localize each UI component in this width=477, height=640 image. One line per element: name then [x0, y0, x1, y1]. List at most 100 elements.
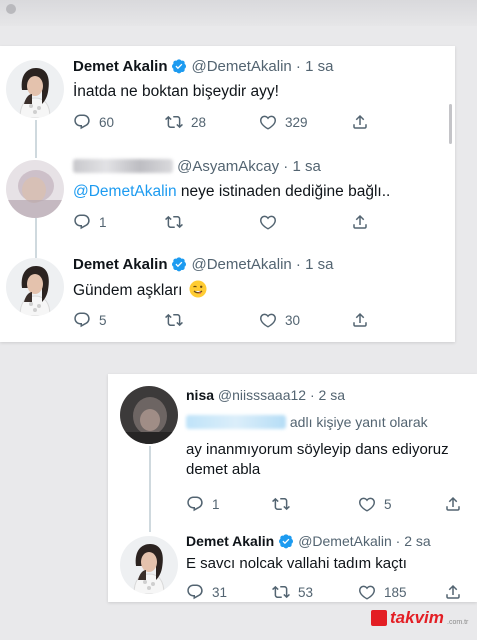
time-separator: · — [295, 58, 301, 75]
display-name[interactable]: Demet Akalin — [73, 58, 167, 75]
user-handle[interactable]: @DemetAkalin — [298, 533, 392, 549]
share-icon — [444, 583, 462, 601]
top-status-area — [0, 0, 477, 26]
tweet-actions: 31 53 185 — [186, 582, 470, 602]
reply-count: 1 — [99, 214, 107, 230]
retweet-button[interactable] — [165, 212, 191, 232]
share-icon — [444, 495, 462, 513]
thread-card-reply: nisa @niisssaaa12 · 2 sa adlı kişiye yan… — [108, 374, 477, 602]
display-name[interactable]: Demet Akalin — [186, 533, 274, 549]
share-button[interactable] — [351, 112, 369, 132]
share-icon — [351, 113, 369, 131]
reply-icon — [73, 213, 91, 231]
tweet-actions: 5 30 — [73, 310, 373, 330]
user-handle[interactable]: @AsyamAkcay — [177, 158, 279, 175]
takvim-watermark: takvim .com.tr — [371, 608, 471, 630]
timestamp[interactable]: 1 sa — [305, 256, 333, 273]
heart-icon — [358, 583, 376, 601]
reply-icon — [73, 113, 91, 131]
user-handle[interactable]: @DemetAkalin — [191, 256, 291, 273]
timestamp[interactable]: 1 sa — [292, 158, 320, 175]
like-button[interactable]: 329 — [259, 112, 308, 132]
retweet-icon — [272, 583, 290, 601]
thread-connector — [35, 218, 37, 258]
reply-context: adlı kişiye yanıt olarak — [186, 414, 428, 430]
watermark-suffix: .com.tr — [447, 619, 469, 626]
share-button[interactable] — [351, 310, 369, 330]
avatar[interactable] — [120, 386, 178, 444]
scrollbar[interactable] — [449, 104, 452, 144]
tweet-actions: 1 — [73, 212, 373, 232]
retweet-count: 53 — [298, 584, 314, 600]
avatar[interactable] — [6, 60, 64, 118]
tweet-header: Demet Akalin @DemetAkalin · 2 sa — [186, 532, 431, 550]
winking-face-emoji — [189, 280, 207, 298]
reply-button[interactable]: 5 — [73, 310, 107, 330]
avatar[interactable] — [6, 160, 64, 218]
thread-card-main: Demet Akalin @DemetAkalin · 1 sa İnatda n… — [0, 46, 455, 342]
tweet-text: E savcı nolcak vallahi tadım kaçtı — [186, 555, 407, 572]
display-name[interactable]: nisa — [186, 387, 214, 403]
display-name[interactable]: Demet Akalin — [73, 256, 167, 273]
reply-button[interactable]: 1 — [73, 212, 107, 232]
heart-icon — [259, 311, 277, 329]
reply-icon — [73, 311, 91, 329]
like-count: 329 — [285, 114, 308, 130]
time-separator: · — [283, 158, 289, 175]
takvim-logo-icon — [371, 610, 387, 626]
like-count: 30 — [285, 312, 301, 328]
tweet-header: Demet Akalin @DemetAkalin · 1 sa — [73, 58, 333, 76]
time-separator: · — [395, 533, 401, 549]
tweet-text-line-2: demet abla — [186, 461, 261, 478]
retweet-button[interactable] — [272, 494, 298, 514]
retweet-icon — [165, 311, 183, 329]
share-button[interactable] — [444, 494, 462, 514]
user-handle[interactable]: @DemetAkalin — [191, 58, 291, 75]
share-button[interactable] — [444, 582, 462, 602]
mention-link[interactable]: @DemetAkalin — [73, 183, 177, 200]
timestamp[interactable]: 2 sa — [319, 387, 345, 403]
verified-badge-icon — [171, 58, 187, 74]
share-button[interactable] — [351, 212, 369, 232]
avatar[interactable] — [6, 258, 64, 316]
like-button[interactable]: 5 — [358, 494, 392, 514]
reply-count: 1 — [212, 496, 220, 512]
share-icon — [351, 311, 369, 329]
reply-icon — [186, 495, 204, 513]
tweet-actions: 1 5 — [186, 494, 470, 514]
like-count: 185 — [384, 584, 407, 600]
tweet-actions: 60 28 329 — [73, 112, 373, 132]
reply-button[interactable]: 31 — [186, 582, 227, 602]
like-button[interactable] — [259, 212, 285, 232]
retweet-count: 28 — [191, 114, 207, 130]
like-button[interactable]: 185 — [358, 582, 407, 602]
reply-count: 31 — [212, 584, 228, 600]
thread-connector — [35, 120, 37, 158]
reply-button[interactable]: 1 — [186, 494, 220, 514]
retweet-button[interactable] — [165, 310, 191, 330]
tweet-text: @DemetAkalin neye istinaden dediğine bağ… — [73, 182, 390, 202]
heart-icon — [259, 213, 277, 231]
timestamp[interactable]: 2 sa — [404, 533, 430, 549]
retweet-button[interactable]: 28 — [165, 112, 206, 132]
retweet-icon — [165, 213, 183, 231]
retweet-button[interactable]: 53 — [272, 582, 313, 602]
timestamp[interactable]: 1 sa — [305, 58, 333, 75]
reply-count: 60 — [99, 114, 115, 130]
reply-button[interactable]: 60 — [73, 112, 114, 132]
avatar[interactable] — [120, 536, 178, 594]
user-handle[interactable]: @niisssaaa12 — [218, 387, 306, 403]
tweet-header: nisa @niisssaaa12 · 2 sa — [186, 386, 345, 404]
blurred-avatar-icon — [6, 4, 16, 14]
tweet-text-body: Gündem aşkları — [73, 282, 183, 299]
blurred-display-name — [73, 159, 173, 173]
heart-icon — [358, 495, 376, 513]
tweet-text-body: neye istinaden dediğine bağlı.. — [176, 183, 391, 200]
heart-icon — [259, 113, 277, 131]
verified-badge-icon — [171, 256, 187, 272]
verified-badge-icon — [278, 533, 294, 549]
like-count: 5 — [384, 496, 392, 512]
like-button[interactable]: 30 — [259, 310, 300, 330]
reply-context-text: adlı kişiye yanıt olarak — [289, 414, 428, 430]
share-icon — [351, 213, 369, 231]
